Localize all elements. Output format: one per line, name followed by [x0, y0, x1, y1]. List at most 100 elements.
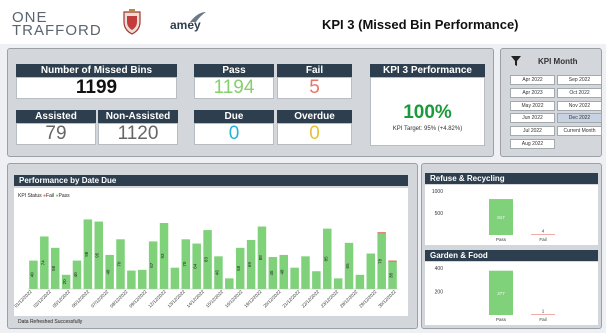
bar-data-label: 46: [214, 270, 219, 276]
x-tick-label: 23/12/2022: [320, 289, 340, 309]
month-option-aug-2022[interactable]: Aug 2022: [510, 139, 555, 149]
bar-data-label: 58: [51, 265, 56, 271]
fail-label: Fail: [277, 64, 352, 77]
month-option-current-month[interactable]: Current Month: [557, 126, 602, 137]
missed-bins-value: 1199: [16, 77, 177, 99]
pass-bar[interactable]: [355, 274, 365, 289]
bar-data-label: 78: [378, 258, 383, 264]
pass-bar[interactable]: [170, 267, 180, 289]
pass-bar[interactable]: [301, 256, 310, 289]
pass-value: 1194: [194, 77, 274, 99]
bar-data-label: 85: [323, 256, 328, 262]
fail-bar[interactable]: [531, 314, 555, 315]
y-tick-label: 1000: [432, 189, 443, 195]
x-tick-label: 05/12/2022: [52, 289, 72, 309]
header-bar: ONE TRAFFORD amey KPI 3 (Missed Bin Perf…: [0, 0, 606, 44]
bar-data-label: 70: [117, 261, 122, 267]
assisted-value: 79: [16, 123, 96, 145]
pass-bar[interactable]: [366, 253, 376, 290]
page-title: KPI 3 (Missed Bin Performance): [322, 17, 519, 32]
filter-icon[interactable]: [510, 55, 522, 67]
x-tick-label: 15/12/2022: [205, 289, 225, 309]
refuse-recycling-chart: 500 1000 817 Pass 4 Fail: [432, 189, 555, 242]
due-label: Due: [194, 110, 274, 123]
kpi-performance-value: 100%: [403, 102, 452, 123]
month-option-oct-2022[interactable]: Oct 2022: [557, 87, 602, 98]
bar-data-label: 48: [280, 269, 285, 275]
bar-data-label: 70: [182, 261, 187, 267]
fail-bar[interactable]: [531, 234, 555, 235]
month-option-may-2022[interactable]: May 2022: [510, 100, 555, 111]
kpi-target-text: KPI Target: 95% (+4.82%): [392, 126, 463, 132]
x-tick-label: 09/12/2022: [128, 289, 148, 309]
month-filter-title: KPI Month: [538, 57, 578, 66]
bar-data-label: 88: [258, 255, 263, 261]
pass-bar[interactable]: [290, 267, 299, 289]
y-tick-label: 500: [435, 211, 444, 217]
pass-bar[interactable]: [312, 271, 321, 289]
kpi-performance-label: KPI 3 Performance: [370, 64, 485, 77]
month-option-apr-2023[interactable]: Apr 2023: [510, 87, 555, 98]
bar-data-label: 38: [389, 273, 394, 279]
pass-bar[interactable]: [138, 269, 147, 289]
x-tick-label: 06/12/2022: [71, 289, 91, 309]
bar-data-label: 83: [204, 257, 209, 263]
x-tick-label: 19/12/2022: [243, 289, 263, 309]
y-tick-label: 400: [435, 266, 444, 272]
bar-data-label: 98: [84, 251, 89, 257]
bar-data-label: 65: [345, 263, 350, 269]
pass-label: Pass: [194, 64, 274, 77]
month-option-dec-2022[interactable]: Dec 2022: [557, 113, 602, 124]
pass-bar[interactable]: [127, 270, 136, 289]
fail-bar[interactable]: [377, 232, 386, 234]
x-tick-label: 13/12/2022: [167, 289, 187, 309]
garden-food-title: Garden & Food: [425, 250, 598, 261]
performance-by-date-title: Performance by Date Due: [14, 175, 408, 186]
bar-data-label: 817: [497, 215, 505, 220]
logo-line-trafford: TRAFFORD: [12, 22, 102, 39]
month-option-apr-2022[interactable]: Apr 2022: [510, 75, 555, 85]
bar-data-label: 93: [160, 253, 165, 259]
garden-food-chart: 200 400 377 Pass 1 Fail: [435, 266, 555, 322]
x-tick-label: 01/12/2022: [14, 289, 33, 309]
bar-data-label: 95: [95, 252, 100, 258]
x-category-label: Fail: [539, 317, 546, 322]
x-tick-label: 07/12/2022: [90, 289, 110, 309]
amey-swoosh-icon: [190, 12, 206, 22]
fail-bar[interactable]: [388, 260, 397, 263]
x-tick-label: 08/12/2022: [109, 289, 129, 309]
council-crest-icon: [123, 9, 141, 35]
bar-data-label: 48: [106, 269, 111, 275]
fail-value: 5: [277, 77, 352, 99]
month-option-jun-2022[interactable]: Jun 2022: [510, 113, 555, 124]
bar-data-label: 64: [193, 263, 198, 269]
kpi-performance-card: 100% KPI Target: 95% (+4.82%): [370, 77, 485, 146]
x-tick-label: 02/12/2022: [32, 289, 52, 309]
assisted-label: Assisted: [16, 110, 96, 123]
bar-data-label: 74: [40, 260, 45, 266]
x-tick-label: 12/12/2022: [147, 289, 167, 309]
pass-bar[interactable]: [225, 278, 234, 289]
x-tick-label: 22/12/2022: [301, 289, 321, 309]
bar-data-label: 1: [542, 308, 545, 313]
bar-data-label: 69: [247, 262, 252, 268]
overdue-label: Overdue: [277, 110, 352, 123]
x-tick-label: 29/12/2022: [358, 289, 378, 309]
due-value: 0: [194, 123, 274, 145]
month-option-nov-2022[interactable]: Nov 2022: [557, 100, 602, 111]
missed-bins-label: Number of Missed Bins: [16, 64, 177, 77]
refuse-recycling-title: Refuse & Recycling: [425, 173, 598, 184]
overdue-value: 0: [277, 123, 352, 145]
dashboard: ONE TRAFFORD amey KPI 3 (Missed Bin Perf…: [0, 0, 606, 333]
x-category-label: Pass: [496, 237, 507, 242]
data-refresh-status: Data Refreshed Successfully: [18, 319, 83, 325]
month-option-sep-2022[interactable]: Sep 2022: [557, 75, 602, 85]
bar-data-label: 58: [236, 265, 241, 271]
x-tick-label: 30/12/2022: [377, 289, 397, 309]
x-category-label: Fail: [539, 237, 546, 242]
bar-data-label: 377: [497, 291, 505, 296]
month-option-jul-2022[interactable]: Jul 2022: [510, 126, 555, 137]
pass-bar[interactable]: [333, 278, 343, 289]
x-category-label: Pass: [496, 317, 507, 322]
x-tick-label: 16/12/2022: [224, 289, 244, 309]
